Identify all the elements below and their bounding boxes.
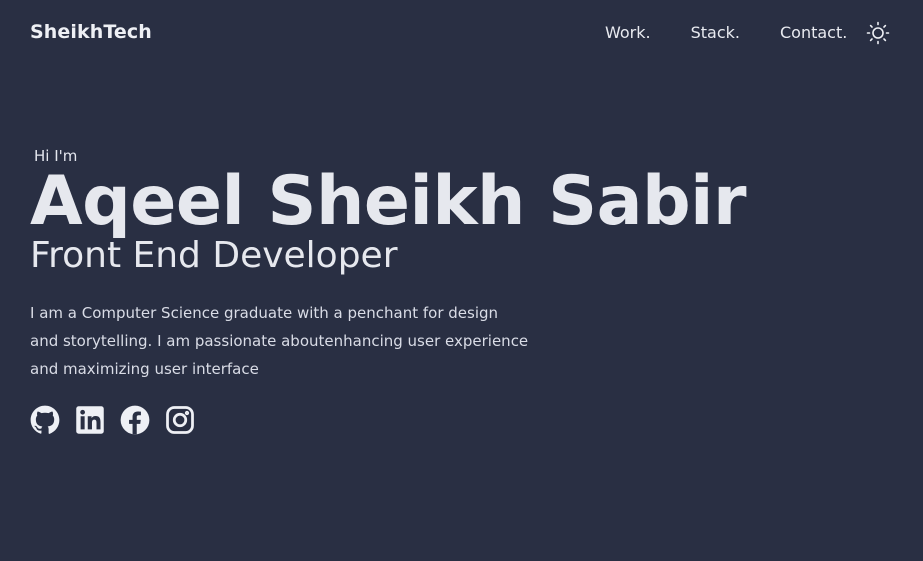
instagram-link[interactable]: [165, 405, 195, 435]
main-nav: Work. Stack. Contact.: [605, 23, 879, 42]
nav-link-stack[interactable]: Stack.: [691, 23, 740, 42]
hero-bio: I am a Computer Science graduate with a …: [30, 304, 529, 378]
linkedin-icon: [76, 406, 104, 434]
facebook-link[interactable]: [120, 405, 150, 435]
theme-toggle-button[interactable]: [866, 21, 890, 45]
hero-section: Hi I'm Aqeel Sheikh Sabir Front End Deve…: [30, 146, 850, 435]
sun-icon: [866, 21, 890, 45]
nav-link-work[interactable]: Work.: [605, 23, 651, 42]
hero-name: Aqeel Sheikh Sabir: [30, 162, 747, 241]
brand-logo[interactable]: SheikhTech: [30, 21, 152, 43]
instagram-icon: [166, 406, 194, 434]
facebook-icon: [120, 405, 150, 435]
github-icon: [30, 405, 60, 434]
github-link[interactable]: [30, 405, 60, 435]
nav-link-contact[interactable]: Contact.: [780, 23, 847, 42]
hero-role: Front End Developer: [30, 235, 398, 276]
social-links: [30, 405, 850, 435]
linkedin-link[interactable]: [75, 405, 105, 435]
page: SheikhTech Work. Stack. Contact. Hi I'm …: [0, 0, 923, 561]
